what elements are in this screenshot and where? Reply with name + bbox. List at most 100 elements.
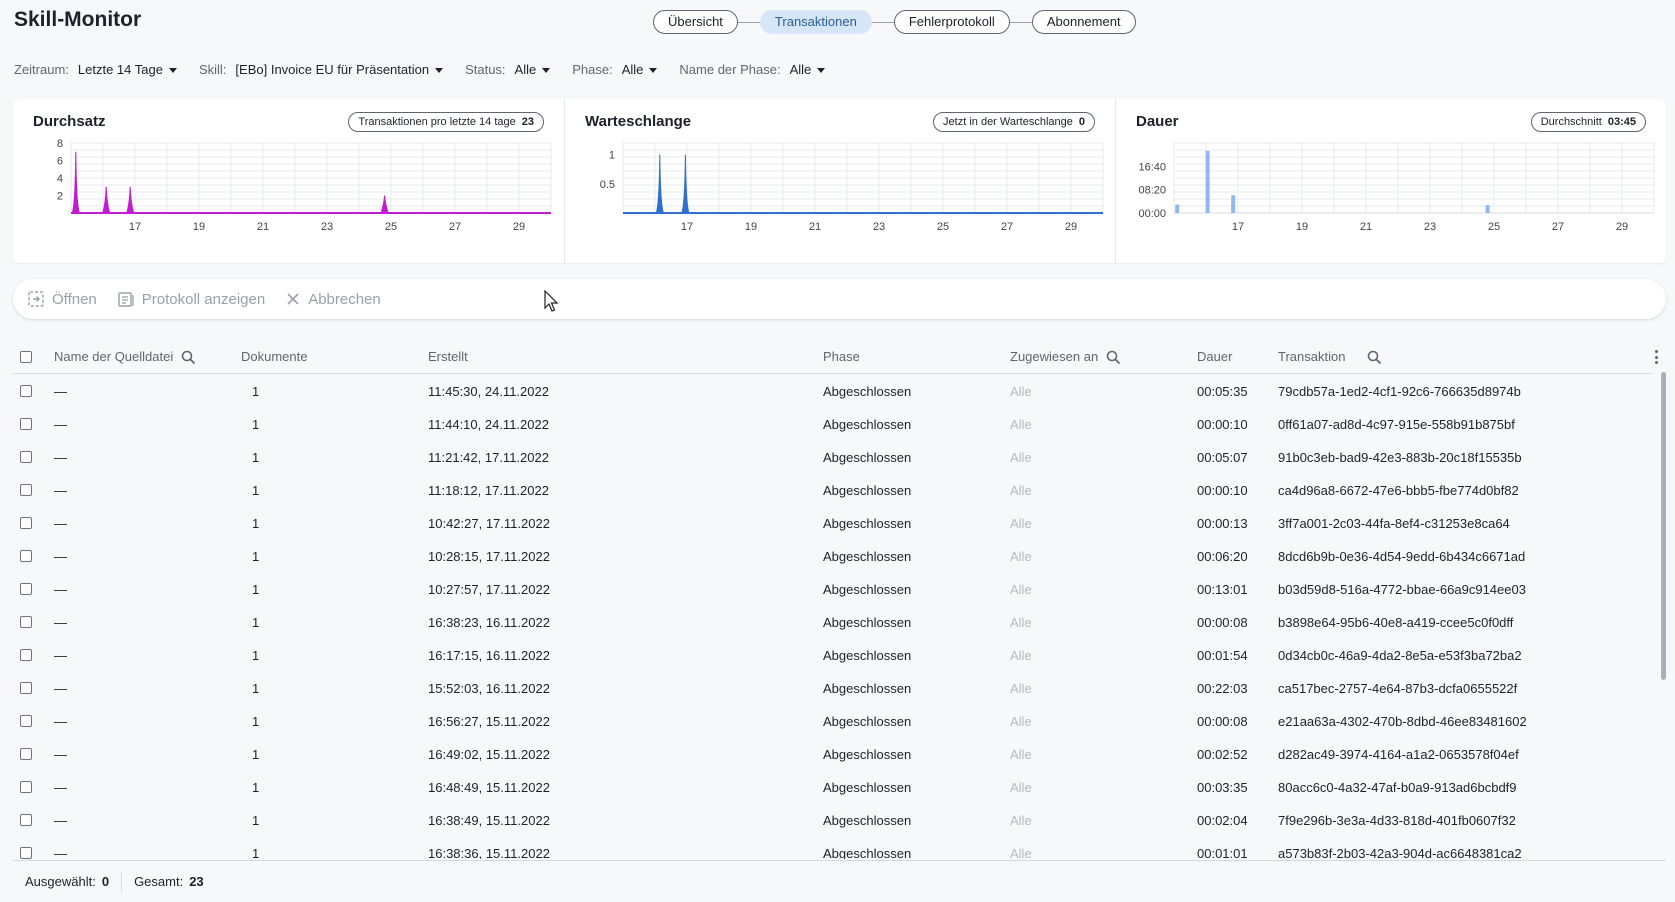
cell-documents: 1 <box>252 582 260 597</box>
table-row[interactable]: — 1 15:52:03, 16.11.2022 Abgeschlossen Alle 0… <box>13 672 1653 705</box>
cell-transaction: b3898e64-95b6-40e8-a419-ccee5c0f0dff <box>1278 615 1514 630</box>
table-row[interactable]: — 1 10:28:15, 17.11.2022 Abgeschlossen Alle 0… <box>13 540 1653 573</box>
filter-skill: Skill: [EBo] Invoice EU für Präsentation <box>199 62 444 77</box>
x-tick-label: 21 <box>1360 221 1372 233</box>
filter-skill-dropdown[interactable]: [EBo] Invoice EU für Präsentation <box>235 62 444 77</box>
column-source[interactable]: Name der Quelldatei <box>54 340 196 374</box>
row-checkbox[interactable] <box>20 715 32 727</box>
x-tick-label: 19 <box>1296 221 1308 233</box>
row-checkbox[interactable] <box>20 781 32 793</box>
cell-transaction: d282ac49-3974-4164-a1a2-0653578f04ef <box>1278 747 1519 762</box>
cell-created: 16:17:15, 16.11.2022 <box>428 648 550 663</box>
throughput-card: Durchsatz Transaktionen pro letzte 14 ta… <box>13 99 564 263</box>
cell-phase: Abgeschlossen <box>823 615 912 630</box>
table-row[interactable]: — 1 16:38:36, 15.11.2022 Abgeschlossen Alle 0… <box>13 837 1653 859</box>
cell-assigned: Alle <box>1010 813 1032 828</box>
row-checkbox[interactable] <box>20 418 32 430</box>
search-icon[interactable] <box>1367 350 1382 365</box>
cell-transaction: ca4d96a8-6672-47e6-bbb5-fbe774d0bf82 <box>1278 483 1519 498</box>
column-assigned[interactable]: Zugewiesen an <box>1010 340 1121 374</box>
table-scrollbar[interactable] <box>1661 372 1666 680</box>
table-row[interactable]: — 1 16:49:02, 15.11.2022 Abgeschlossen Alle 0… <box>13 738 1653 771</box>
bar <box>1175 204 1180 213</box>
x-tick-label: 23 <box>321 221 333 233</box>
column-documents[interactable]: Dokumente <box>241 340 307 374</box>
filter-phase-dropdown[interactable]: Alle <box>622 62 658 77</box>
row-checkbox[interactable] <box>20 517 32 529</box>
search-icon[interactable] <box>181 350 196 365</box>
cell-source: — <box>54 384 67 399</box>
row-checkbox[interactable] <box>20 814 32 826</box>
cell-documents: 1 <box>252 846 260 859</box>
column-duration[interactable]: Dauer <box>1197 340 1232 374</box>
cell-duration: 00:00:08 <box>1197 615 1248 630</box>
filter-bar: Zeitraum: Letzte 14 Tage Skill: [EBo] In… <box>14 62 847 77</box>
search-icon[interactable] <box>1106 350 1121 365</box>
cell-transaction: ca517bec-2757-4e64-87b3-dcfa0655522f <box>1278 681 1518 696</box>
cell-phase: Abgeschlossen <box>823 747 912 762</box>
row-checkbox[interactable] <box>20 550 32 562</box>
filter-period-dropdown[interactable]: Letzte 14 Tage <box>78 62 177 77</box>
cell-phase: Abgeschlossen <box>823 483 912 498</box>
table-row[interactable]: — 1 16:17:15, 16.11.2022 Abgeschlossen Alle 0… <box>13 639 1653 672</box>
table-row[interactable]: — 1 16:38:49, 15.11.2022 Abgeschlossen Alle 0… <box>13 804 1653 837</box>
row-checkbox[interactable] <box>20 385 32 397</box>
row-checkbox[interactable] <box>20 682 32 694</box>
open-button[interactable]: Öffnen <box>27 290 97 308</box>
table-row[interactable]: — 1 10:27:57, 17.11.2022 Abgeschlossen Alle 0… <box>13 573 1653 606</box>
column-phase-label: Phase <box>823 349 860 364</box>
table-row[interactable]: — 1 16:48:49, 15.11.2022 Abgeschlossen Alle 0… <box>13 771 1653 804</box>
more-vertical-icon[interactable] <box>1654 350 1658 364</box>
throughput-badge: Transaktionen pro letzte 14 tage 23 <box>348 112 544 132</box>
cell-assigned: Alle <box>1010 483 1032 498</box>
row-checkbox[interactable] <box>20 748 32 760</box>
cancel-button[interactable]: Abbrechen <box>285 291 381 308</box>
filter-phase-name-dropdown[interactable]: Alle <box>790 62 826 77</box>
duration-badge-label: Durchschnitt <box>1540 116 1602 128</box>
x-tick-label: 19 <box>193 221 205 233</box>
filter-period-label: Zeitraum: <box>14 62 69 77</box>
cell-created: 16:38:36, 15.11.2022 <box>428 846 550 859</box>
cell-assigned: Alle <box>1010 780 1032 795</box>
close-icon <box>287 293 299 305</box>
select-all-checkbox[interactable] <box>20 351 32 363</box>
filter-phase-name-value: Alle <box>789 62 812 77</box>
tab-transactions[interactable]: Transaktionen <box>759 10 872 34</box>
column-phase[interactable]: Phase <box>823 340 860 374</box>
table-row[interactable]: — 1 11:21:42, 17.11.2022 Abgeschlossen Alle 0… <box>13 441 1653 474</box>
row-checkbox[interactable] <box>20 847 32 859</box>
table-row[interactable]: — 1 11:18:12, 17.11.2022 Abgeschlossen Alle 0… <box>13 474 1653 507</box>
duration-badge: Durchschnitt 03:45 <box>1530 112 1646 132</box>
cell-assigned: Alle <box>1010 450 1032 465</box>
tab-subscription[interactable]: Abonnement <box>1031 10 1136 34</box>
row-checkbox[interactable] <box>20 451 32 463</box>
table-row[interactable]: — 1 16:56:27, 15.11.2022 Abgeschlossen Alle 0… <box>13 705 1653 738</box>
y-tick-label: 0.5 <box>600 179 615 191</box>
table-row[interactable]: — 1 11:45:30, 24.11.2022 Abgeschlossen Alle 0… <box>13 375 1653 408</box>
column-duration-label: Dauer <box>1197 349 1233 364</box>
x-tick-label: 25 <box>1488 221 1500 233</box>
tab-overview[interactable]: Übersicht <box>653 10 738 34</box>
tab-error-log[interactable]: Fehlerprotokoll <box>893 10 1010 34</box>
row-checkbox[interactable] <box>20 484 32 496</box>
table-row[interactable]: — 1 10:42:27, 17.11.2022 Abgeschlossen Alle 0… <box>13 507 1653 540</box>
filter-skill-value: [EBo] Invoice EU für Präsentation <box>235 62 430 77</box>
show-log-button[interactable]: Protokoll anzeigen <box>117 290 265 308</box>
total-label: Gesamt: <box>134 874 184 889</box>
column-transaction[interactable]: Transaktion <box>1278 340 1382 374</box>
filter-status-label: Status: <box>465 62 506 77</box>
row-checkbox[interactable] <box>20 649 32 661</box>
x-tick-label: 29 <box>513 221 525 233</box>
row-checkbox[interactable] <box>20 583 32 595</box>
cell-created: 15:52:03, 16.11.2022 <box>428 681 550 696</box>
filter-status-dropdown[interactable]: Alle <box>515 62 551 77</box>
table-row[interactable]: — 1 16:38:23, 16.11.2022 Abgeschlossen Alle 0… <box>13 606 1653 639</box>
x-tick-label: 25 <box>385 221 397 233</box>
column-created[interactable]: Erstellt <box>428 340 468 374</box>
table-row[interactable]: — 1 11:44:10, 24.11.2022 Abgeschlossen Alle 0… <box>13 408 1653 441</box>
row-checkbox[interactable] <box>20 616 32 628</box>
y-tick-label: 6 <box>57 156 63 168</box>
cell-assigned: Alle <box>1010 846 1032 859</box>
data-peak <box>71 151 80 214</box>
throughput-badge-value: 23 <box>521 116 534 128</box>
